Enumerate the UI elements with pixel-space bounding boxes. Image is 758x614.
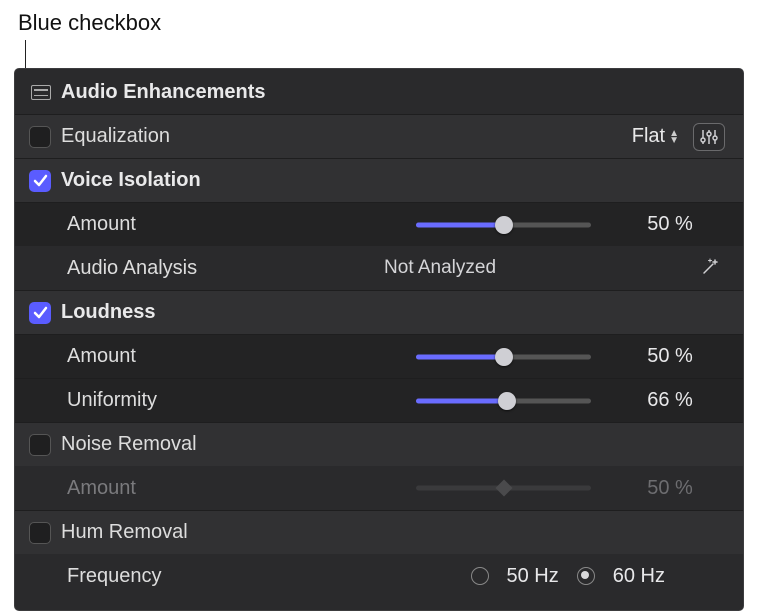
hum-removal-checkbox[interactable] xyxy=(29,522,51,544)
voice-isolation-amount-label: Amount xyxy=(29,213,136,236)
hum-60hz-label: 60 Hz xyxy=(613,565,665,588)
noise-removal-checkbox[interactable] xyxy=(29,434,51,456)
noise-removal-amount-row: Amount 50 % xyxy=(15,466,743,510)
equalization-label: Equalization xyxy=(61,125,170,148)
audio-analysis-label: Audio Analysis xyxy=(29,257,197,280)
loudness-label: Loudness xyxy=(61,301,155,324)
voice-isolation-checkbox[interactable] xyxy=(29,170,51,192)
voice-isolation-amount-slider[interactable] xyxy=(416,214,591,236)
loudness-uniformity-label: Uniformity xyxy=(29,389,157,412)
voice-isolation-row: Voice Isolation xyxy=(15,158,743,202)
chevron-updown-icon: ▲▼ xyxy=(669,130,679,144)
loudness-amount-row: Amount 50 % xyxy=(15,334,743,378)
hum-frequency-row: Frequency 50 Hz 60 Hz xyxy=(15,554,743,598)
equalization-preset-popup[interactable]: Flat ▲▼ xyxy=(632,125,679,148)
voice-isolation-label: Voice Isolation xyxy=(61,169,201,192)
hum-frequency-radio-group: 50 Hz 60 Hz xyxy=(471,565,666,588)
hum-removal-row: Hum Removal xyxy=(15,510,743,554)
noise-removal-row: Noise Removal xyxy=(15,422,743,466)
voice-isolation-amount-row: Amount 50 % xyxy=(15,202,743,246)
hum-50hz-label: 50 Hz xyxy=(507,565,559,588)
sliders-icon xyxy=(700,129,718,145)
hum-50hz-radio[interactable] xyxy=(471,567,489,585)
loudness-row: Loudness xyxy=(15,290,743,334)
inspector-icon xyxy=(31,85,51,100)
equalization-preset-value: Flat xyxy=(632,125,665,148)
magic-wand-icon xyxy=(698,257,720,279)
hum-60hz-radio[interactable] xyxy=(577,567,595,585)
equalizer-button[interactable] xyxy=(693,123,725,151)
loudness-uniformity-value[interactable]: 66 % xyxy=(615,389,725,412)
equalization-row: Equalization Flat ▲▼ xyxy=(15,114,743,158)
audio-enhancements-panel: Audio Enhancements Equalization Flat ▲▼ … xyxy=(14,68,744,611)
callout-label: Blue checkbox xyxy=(18,10,161,36)
noise-removal-amount-slider xyxy=(416,477,591,499)
loudness-amount-value[interactable]: 50 % xyxy=(615,345,725,368)
loudness-uniformity-slider[interactable] xyxy=(416,390,591,412)
loudness-amount-label: Amount xyxy=(29,345,136,368)
noise-removal-label: Noise Removal xyxy=(61,433,197,456)
panel-title: Audio Enhancements xyxy=(61,81,265,104)
analyze-button[interactable] xyxy=(693,252,725,284)
loudness-uniformity-row: Uniformity 66 % xyxy=(15,378,743,422)
voice-isolation-amount-value[interactable]: 50 % xyxy=(615,213,725,236)
audio-analysis-status: Not Analyzed xyxy=(197,257,683,279)
hum-frequency-label: Frequency xyxy=(29,565,162,588)
noise-removal-amount-value: 50 % xyxy=(615,477,725,500)
loudness-amount-slider[interactable] xyxy=(416,346,591,368)
hum-removal-label: Hum Removal xyxy=(61,521,188,544)
audio-analysis-row: Audio Analysis Not Analyzed xyxy=(15,246,743,290)
loudness-checkbox[interactable] xyxy=(29,302,51,324)
panel-header: Audio Enhancements xyxy=(15,77,743,114)
noise-removal-amount-label: Amount xyxy=(29,477,136,500)
equalization-checkbox[interactable] xyxy=(29,126,51,148)
